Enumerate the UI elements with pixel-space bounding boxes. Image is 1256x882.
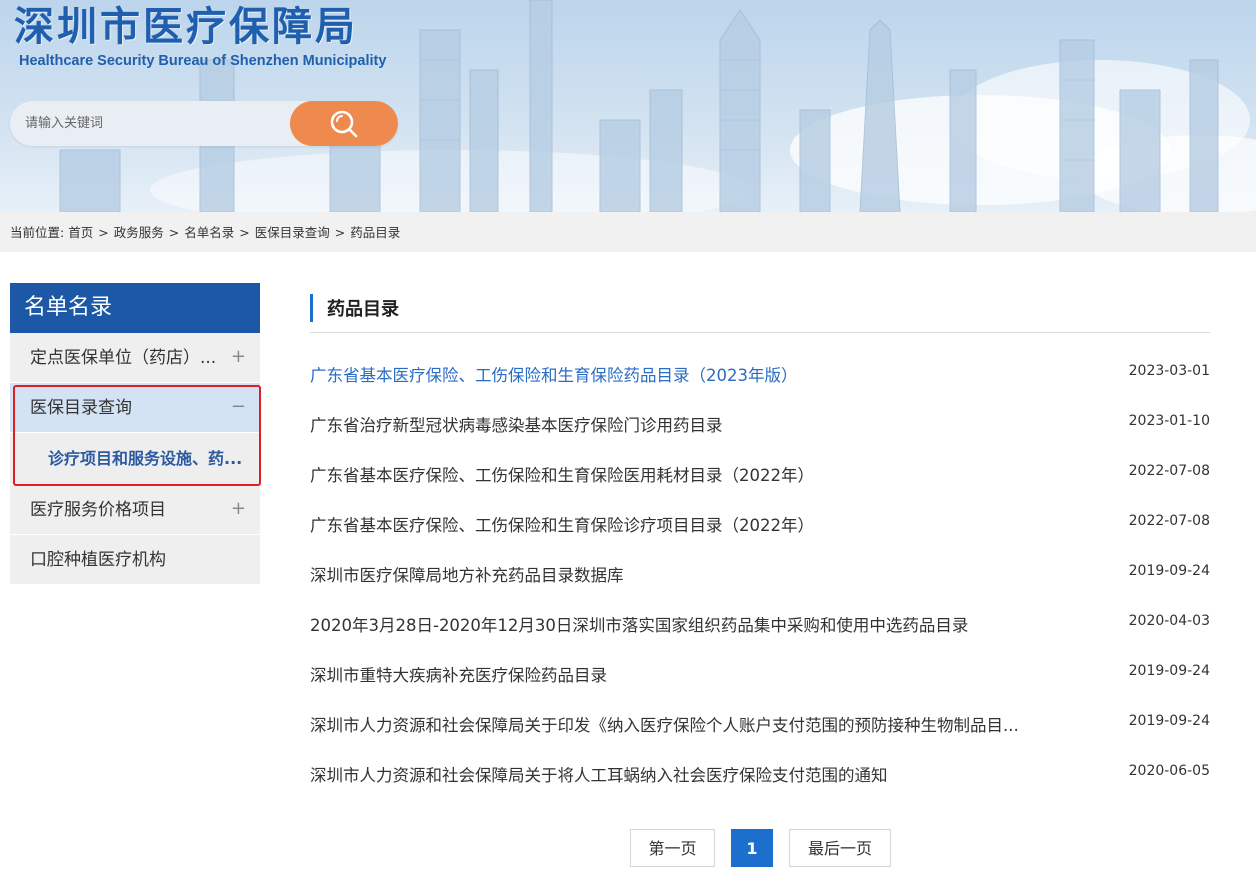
breadcrumb-item-government-services[interactable]: 政务服务 — [114, 225, 164, 240]
breadcrumb-separator: > — [168, 225, 180, 240]
sidebar: 名单名录 定点医保单位（药店）... + 医保目录查询 − 诊疗项目和服务设施、… — [10, 283, 260, 585]
sidebar-subitem-label: 诊疗项目和服务设施、药... — [48, 449, 243, 468]
sidebar-item-label: 医保目录查询 — [30, 398, 132, 418]
expand-icon[interactable]: + — [231, 485, 246, 533]
sidebar-item-label: 口腔种植医疗机构 — [30, 550, 166, 570]
sidebar-item-designated-pharmacies[interactable]: 定点医保单位（药店）... + — [10, 333, 260, 383]
sidebar-item-label: 定点医保单位（药店）... — [30, 348, 217, 368]
breadcrumb-prefix: 当前位置: — [10, 225, 65, 240]
list-item-date: 2019-09-24 — [1128, 713, 1210, 729]
current-page-button[interactable]: 1 — [731, 829, 773, 867]
search-button[interactable] — [290, 101, 398, 146]
breadcrumb-item-catalog-query[interactable]: 医保目录查询 — [255, 225, 330, 240]
last-page-button[interactable]: 最后一页 — [789, 829, 891, 867]
sidebar-item-label: 医疗服务价格项目 — [30, 500, 166, 520]
collapse-icon[interactable]: − — [231, 383, 246, 431]
list-item[interactable]: 广东省基本医疗保险、工伤保险和生育保险药品目录（2023年版） 2023-03-… — [310, 348, 1210, 398]
section-header: 药品目录 — [310, 283, 1210, 333]
sidebar-title: 名单名录 — [10, 283, 260, 333]
site-title: 深圳市医疗保障局 — [14, 4, 358, 50]
list-item-title[interactable]: 2020年3月28日-2020年12月30日深圳市落实国家组织药品集中采购和使用… — [310, 612, 1050, 636]
sidebar-item-service-prices[interactable]: 医疗服务价格项目 + — [10, 485, 260, 535]
list-item-date: 2022-07-08 — [1128, 513, 1210, 529]
breadcrumb-item-home[interactable]: 首页 — [68, 225, 93, 240]
list-item[interactable]: 广东省治疗新型冠状病毒感染基本医疗保险门诊用药目录 2023-01-10 — [310, 398, 1210, 448]
list-item-date: 2023-01-10 — [1128, 413, 1210, 429]
site-header: 深圳市医疗保障局 Healthcare Security Bureau of S… — [0, 0, 1256, 212]
breadcrumb-item-lists[interactable]: 名单名录 — [184, 225, 234, 240]
section-accent-bar — [310, 294, 313, 322]
list-item[interactable]: 深圳市医疗保障局地方补充药品目录数据库 2019-09-24 — [310, 548, 1210, 598]
sidebar-item-catalog-query[interactable]: 医保目录查询 − — [10, 383, 260, 433]
list-item-title[interactable]: 深圳市医疗保障局地方补充药品目录数据库 — [310, 562, 1050, 586]
list-item-date: 2022-07-08 — [1128, 463, 1210, 479]
first-page-button[interactable]: 第一页 — [630, 829, 715, 867]
list-item[interactable]: 深圳市人力资源和社会保障局关于将人工耳蜗纳入社会医疗保险支付范围的通知 2020… — [310, 748, 1210, 798]
list-item[interactable]: 广东省基本医疗保险、工伤保险和生育保险医用耗材目录（2022年） 2022-07… — [310, 448, 1210, 498]
sidebar-item-dental-implant-institutions[interactable]: 口腔种植医疗机构 — [10, 535, 260, 585]
list-item-title[interactable]: 深圳市人力资源和社会保障局关于印发《纳入医疗保险个人账户支付范围的预防接种生物制… — [310, 712, 1050, 736]
list-item-date: 2020-04-03 — [1128, 613, 1210, 629]
site-subtitle: Healthcare Security Bureau of Shenzhen M… — [19, 53, 387, 69]
search-input[interactable] — [10, 101, 290, 146]
list-item-date: 2020-06-05 — [1128, 763, 1210, 779]
list-item[interactable]: 深圳市重特大疾病补充医疗保险药品目录 2019-09-24 — [310, 648, 1210, 698]
list-item-title[interactable]: 广东省基本医疗保险、工伤保险和生育保险医用耗材目录（2022年） — [310, 462, 1050, 486]
list-item-date: 2019-09-24 — [1128, 563, 1210, 579]
breadcrumb-separator: > — [239, 225, 250, 240]
breadcrumb-separator: > — [98, 225, 109, 240]
list-item-title[interactable]: 深圳市重特大疾病补充医疗保险药品目录 — [310, 662, 1050, 686]
list-item-date: 2023-03-01 — [1128, 363, 1210, 379]
pagination: 第一页 1 最后一页 — [630, 829, 891, 869]
breadcrumb: 当前位置: 首页 > 政务服务 > 名单名录 > 医保目录查询 > 药品目录 — [0, 212, 1256, 252]
list-item-title[interactable]: 深圳市人力资源和社会保障局关于将人工耳蜗纳入社会医疗保险支付范围的通知 — [310, 762, 1050, 786]
section-title: 药品目录 — [327, 299, 399, 320]
list-item-date: 2019-09-24 — [1128, 663, 1210, 679]
search-bar — [10, 101, 398, 146]
list-item-title[interactable]: 广东省基本医疗保险、工伤保险和生育保险药品目录（2023年版） — [310, 362, 1050, 386]
list-item[interactable]: 深圳市人力资源和社会保障局关于印发《纳入医疗保险个人账户支付范围的预防接种生物制… — [310, 698, 1210, 748]
main-content: 药品目录 广东省基本医疗保险、工伤保险和生育保险药品目录（2023年版） 202… — [310, 283, 1210, 785]
expand-icon[interactable]: + — [231, 333, 246, 381]
sidebar-subitem-treatment-items[interactable]: 诊疗项目和服务设施、药... — [10, 433, 260, 485]
breadcrumb-item-drug-catalog[interactable]: 药品目录 — [350, 225, 400, 240]
list-item[interactable]: 2020年3月28日-2020年12月30日深圳市落实国家组织药品集中采购和使用… — [310, 598, 1210, 648]
breadcrumb-separator: > — [334, 225, 346, 240]
list-item-title[interactable]: 广东省基本医疗保险、工伤保险和生育保险诊疗项目目录（2022年） — [310, 512, 1050, 536]
list-item[interactable]: 广东省基本医疗保险、工伤保险和生育保险诊疗项目目录（2022年） 2022-07… — [310, 498, 1210, 548]
article-list: 广东省基本医疗保险、工伤保险和生育保险药品目录（2023年版） 2023-03-… — [310, 348, 1210, 798]
list-item-title[interactable]: 广东省治疗新型冠状病毒感染基本医疗保险门诊用药目录 — [310, 412, 1050, 436]
search-icon — [330, 110, 358, 137]
